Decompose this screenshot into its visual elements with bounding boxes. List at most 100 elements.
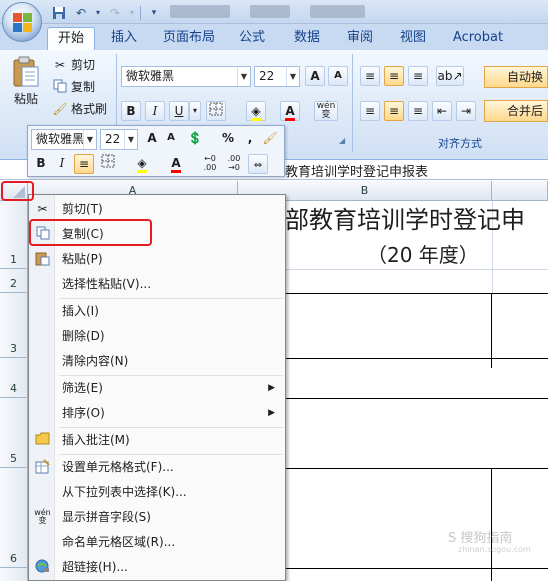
phonetic-icon: wén 变 xyxy=(34,508,51,525)
column-header-c[interactable] xyxy=(492,181,548,201)
mini-comma-button[interactable]: , xyxy=(240,129,260,149)
redo-icon[interactable]: ↷ xyxy=(106,5,124,21)
save-icon[interactable] xyxy=(50,5,68,21)
menu-item-delete[interactable]: 删除(D) xyxy=(29,324,285,349)
tab-insert[interactable]: 插入 xyxy=(100,27,148,50)
menu-item-label: 设置单元格格式(F)... xyxy=(62,460,174,474)
subtitle-cell[interactable]: （20 年度） xyxy=(367,239,479,268)
menu-item-filter[interactable]: 筛选(E) ▶ xyxy=(29,376,285,401)
tab-home[interactable]: 开始 xyxy=(47,27,95,50)
mini-borders-button[interactable] xyxy=(98,154,118,174)
cut-button[interactable]: ✂ 剪切 xyxy=(52,56,95,73)
grow-font-button[interactable]: A xyxy=(305,66,325,86)
increase-indent-button[interactable]: ⇥ xyxy=(456,101,476,121)
menu-item-phonetic[interactable]: wén 变 显示拼音字段(S) xyxy=(29,505,285,530)
watermark-text: S 搜狗指南 xyxy=(448,531,513,546)
office-button[interactable] xyxy=(2,2,42,42)
menu-item-insert[interactable]: 插入(I) xyxy=(29,299,285,324)
menu-item-insert-comment[interactable]: 插入批注(M) xyxy=(29,428,285,453)
undo-dropdown-icon[interactable]: ▾ xyxy=(94,5,102,21)
tab-review[interactable]: 审阅 xyxy=(336,27,384,50)
title-cell[interactable]: 部教育培训学时登记申 xyxy=(285,200,525,235)
mini-font-name-combo[interactable]: 微软雅黑 ▼ xyxy=(31,129,97,150)
row-header-6[interactable]: 6 xyxy=(0,468,28,568)
tab-formulas[interactable]: 公式 xyxy=(228,27,276,50)
align-middle-button[interactable]: ≡ xyxy=(384,66,404,86)
align-left-button[interactable]: ≡ xyxy=(360,101,380,121)
tab-page-layout[interactable]: 页面布局 xyxy=(155,27,223,50)
table-border xyxy=(491,468,492,581)
tab-data[interactable]: 数据 xyxy=(283,27,331,50)
align-top-button[interactable]: ≡ xyxy=(360,66,380,86)
underline-dropdown[interactable]: ▾ xyxy=(189,101,201,121)
menu-item-hyperlink[interactable]: 超链接(H)... xyxy=(29,555,285,580)
row-header-4[interactable]: 4 xyxy=(0,358,28,398)
mini-grow-font-button[interactable]: A xyxy=(142,129,162,149)
row-number: 1 xyxy=(10,253,17,266)
row-header-3[interactable]: 3 xyxy=(0,293,28,358)
customize-qat-icon[interactable]: ▾ xyxy=(145,5,163,21)
mini-increase-decimal-button[interactable]: ←0.00 xyxy=(200,154,220,174)
quick-access-toolbar: ↶ ▾ ↷ ▾ ▾ xyxy=(50,4,163,21)
row-number: 5 xyxy=(10,452,17,465)
row-header-5[interactable]: 5 xyxy=(0,398,28,468)
mini-toolbar: 微软雅黑 ▼ 22 ▼ A A 💲 % , 🖌 B I ≡ ◈ A ←0.00 … xyxy=(27,125,285,177)
copy-button[interactable]: 复制 xyxy=(52,78,95,95)
tab-acrobat[interactable]: Acrobat xyxy=(444,27,512,50)
redo-dropdown-icon[interactable]: ▾ xyxy=(128,5,136,21)
orientation-button[interactable]: ab↗ xyxy=(436,66,464,86)
font-color-button[interactable]: A xyxy=(280,101,300,121)
row-header-7[interactable] xyxy=(0,568,28,581)
mini-bold-button[interactable]: B xyxy=(31,154,51,174)
mini-shrink-font-button[interactable]: A xyxy=(161,129,181,149)
blurred-title xyxy=(250,5,290,18)
align-center-button[interactable]: ≡ xyxy=(384,101,404,121)
menu-item-format-cells[interactable]: 设置单元格格式(F)... xyxy=(29,455,285,480)
menu-item-pick-from-list[interactable]: 从下拉列表中选择(K)... xyxy=(29,480,285,505)
wrap-text-button[interactable]: 自动换行 xyxy=(484,66,548,88)
menu-item-sort[interactable]: 排序(O) ▶ xyxy=(29,401,285,426)
font-name-combo[interactable]: 微软雅黑 ▼ xyxy=(121,66,251,87)
tab-view[interactable]: 视图 xyxy=(389,27,437,50)
mini-format-painter-button[interactable]: 🖌 xyxy=(260,129,280,149)
italic-button[interactable]: I xyxy=(145,101,165,121)
menu-item-define-name[interactable]: 命名单元格区域(R)... xyxy=(29,530,285,555)
menu-item-clear-contents[interactable]: 清除内容(N) xyxy=(29,349,285,374)
mini-italic-button[interactable]: I xyxy=(52,154,72,174)
mini-center-button[interactable]: ≡ xyxy=(74,154,94,174)
decrease-indent-button[interactable]: ⇤ xyxy=(432,101,452,121)
underline-button[interactable]: U xyxy=(169,101,189,121)
mini-font-color-button[interactable]: A xyxy=(166,154,186,174)
font-size-combo[interactable]: 22 ▼ xyxy=(254,66,300,87)
mini-number-format-button[interactable]: 💲 xyxy=(185,129,205,149)
align-right-button[interactable]: ≡ xyxy=(408,101,428,121)
paste-button[interactable]: 粘贴 xyxy=(8,56,44,118)
align-bottom-button[interactable]: ≡ xyxy=(408,66,428,86)
mini-percent-button[interactable]: % xyxy=(218,129,238,149)
borders-button[interactable] xyxy=(206,101,226,121)
alignment-group-label: 对齐方式 xyxy=(438,137,482,150)
paste-icon xyxy=(13,56,39,87)
mini-decrease-decimal-button[interactable]: .00 →0 xyxy=(224,154,244,174)
format-painter-button[interactable]: 🖌 格式刷 xyxy=(52,100,107,117)
mini-font-size-combo[interactable]: 22 ▼ xyxy=(100,129,138,150)
mini-merge-button[interactable]: ⇔ xyxy=(248,154,268,174)
menu-item-paste-special[interactable]: 选择性粘贴(V)... xyxy=(29,272,285,297)
row-header-1[interactable]: 1 xyxy=(0,201,28,269)
fill-color-button[interactable]: ◈ xyxy=(246,101,266,121)
mini-fill-color-button[interactable]: ◈ xyxy=(132,154,152,174)
menu-item-paste[interactable]: 粘贴(P) xyxy=(29,247,285,272)
bold-button[interactable]: B xyxy=(121,101,141,121)
hyperlink-icon xyxy=(34,559,51,576)
increase-decimal-icon: ←0.00 xyxy=(203,154,217,172)
wrap-text-label: 自动换行 xyxy=(507,70,544,84)
phonetic-button[interactable]: wén 变 xyxy=(314,101,338,121)
merge-center-button[interactable]: 合并后居 xyxy=(484,100,548,122)
highlight-copy-item xyxy=(29,219,152,246)
shrink-font-button[interactable]: A xyxy=(328,66,348,86)
undo-icon[interactable]: ↶ xyxy=(72,5,90,21)
row-header-2[interactable]: 2 xyxy=(0,269,28,293)
currency-icon: 💲 xyxy=(187,131,203,145)
font-color-icon: A xyxy=(285,104,295,121)
font-dialog-launcher[interactable]: ◢ xyxy=(339,136,345,145)
